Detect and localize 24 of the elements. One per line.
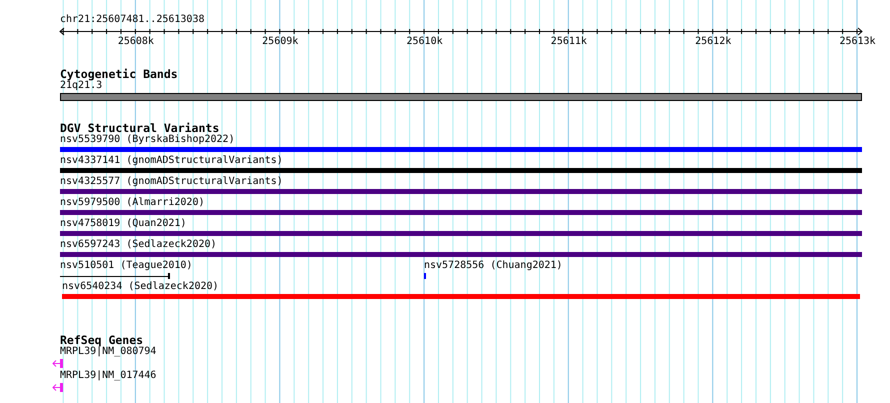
gene-label[interactable]: MRPL39|NM_080794	[60, 346, 156, 358]
gene-arrow-icon	[52, 382, 63, 392]
variant-label[interactable]: nsv510501 (Teague2010)	[60, 260, 192, 272]
variant-label[interactable]: nsv6597243 (Sedlazeck2020)	[60, 239, 217, 251]
tick-label: 25608k	[118, 36, 154, 48]
tick-label: 25609k	[262, 36, 298, 48]
track-title: RefSeq Genes	[60, 334, 144, 346]
gene-label[interactable]: MRPL39|NM_017446	[60, 370, 156, 382]
band-label: 21q21.3	[60, 80, 102, 92]
tick-label: 25611k	[550, 36, 587, 48]
tick-label: 25610k	[406, 36, 443, 48]
variant-label[interactable]: nsv6540234 (Sedlazeck2020)	[62, 281, 219, 293]
track-title: DGV Structural Variants	[60, 122, 220, 134]
region-label: chr21:25607481..25613038	[60, 14, 204, 26]
tick-label: 25612k	[695, 36, 732, 48]
variant-label[interactable]: nsv4325577 (gnomADStructuralVariants)	[60, 176, 283, 188]
variant-label[interactable]: nsv4758019 (Quan2021)	[60, 218, 186, 230]
tick-label: 25613k	[839, 36, 876, 48]
variant-label[interactable]: nsv4337141 (gnomADStructuralVariants)	[60, 155, 283, 167]
gene-arrow-icon	[52, 358, 63, 368]
variant-label[interactable]: nsv5979500 (Almarri2020)	[60, 197, 204, 209]
variant-label[interactable]: nsv5728556 (Chuang2021)	[424, 260, 562, 272]
track-title: Cytogenetic Bands	[60, 68, 178, 80]
variant-label[interactable]: nsv5539790 (ByrskaBishop2022)	[60, 134, 235, 146]
